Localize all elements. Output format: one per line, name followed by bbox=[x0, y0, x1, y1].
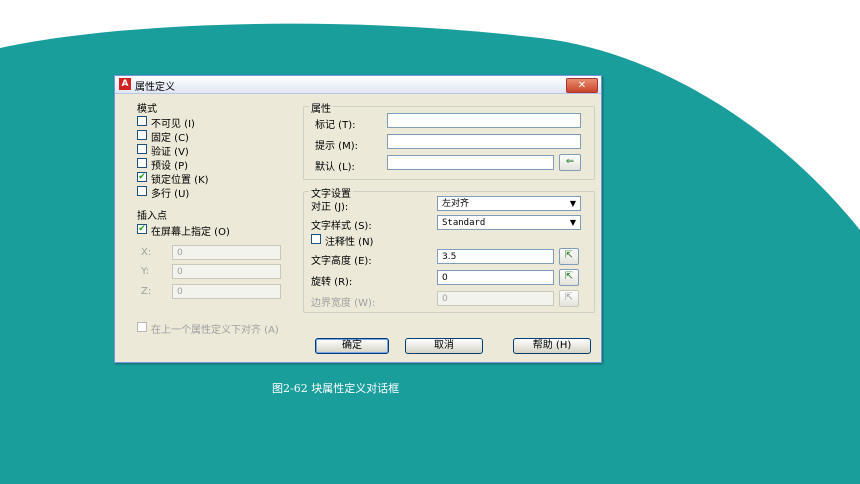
attribute-definition-dialog: A 属性定义 ✕ 模式 不可见 (I) 固定 (C) 验证 (V) 预设 (P)… bbox=[114, 75, 602, 363]
text-style-value: Standard bbox=[442, 218, 486, 228]
label-multiline: 多行 (U) bbox=[151, 189, 190, 200]
insert-field-icon[interactable]: ⇐ bbox=[559, 154, 581, 171]
label-align-below: 在上一个属性定义下对齐 (A) bbox=[151, 325, 279, 336]
ok-button[interactable]: 确定 bbox=[315, 338, 389, 354]
label-justify: 对正 (J): bbox=[311, 202, 349, 213]
label-specify-on-screen: 在屏幕上指定 (O) bbox=[151, 227, 230, 238]
close-button[interactable]: ✕ bbox=[566, 78, 598, 93]
label-x: X: bbox=[141, 247, 152, 258]
tag-input[interactable] bbox=[387, 113, 581, 128]
figure-caption: 图2-62 块属性定义对话框 bbox=[272, 382, 400, 395]
z-input[interactable]: 0 bbox=[172, 284, 281, 299]
chevron-down-icon: ▼ bbox=[569, 218, 576, 227]
label-z: Z: bbox=[141, 286, 152, 297]
cancel-button[interactable]: 取消 bbox=[405, 338, 483, 354]
label-verify: 验证 (V) bbox=[151, 147, 189, 158]
checkbox-verify[interactable] bbox=[137, 144, 147, 154]
pick-height-icon[interactable]: ⇱ bbox=[559, 248, 579, 265]
checkbox-preset[interactable] bbox=[137, 158, 147, 168]
prompt-input[interactable] bbox=[387, 134, 581, 149]
pick-rotation-icon[interactable]: ⇱ bbox=[559, 269, 579, 286]
checkbox-multiline[interactable] bbox=[137, 186, 147, 196]
insertion-group-title: 插入点 bbox=[137, 211, 167, 222]
label-default: 默认 (L): bbox=[315, 162, 355, 173]
label-tag: 标记 (T): bbox=[315, 120, 356, 131]
checkbox-lock-position[interactable] bbox=[137, 172, 147, 182]
attribute-group-title: 属性 bbox=[309, 100, 333, 115]
label-invisible: 不可见 (I) bbox=[151, 119, 195, 130]
label-y: Y: bbox=[141, 266, 150, 277]
text-height-input[interactable]: 3.5 bbox=[437, 249, 554, 264]
label-text-height: 文字高度 (E): bbox=[311, 256, 372, 267]
default-input[interactable] bbox=[387, 155, 554, 170]
chevron-down-icon: ▼ bbox=[569, 199, 576, 208]
checkbox-constant[interactable] bbox=[137, 130, 147, 140]
checkbox-invisible[interactable] bbox=[137, 116, 147, 126]
label-lock-position: 锁定位置 (K) bbox=[151, 175, 209, 186]
label-constant: 固定 (C) bbox=[151, 133, 189, 144]
title-bar: A 属性定义 ✕ bbox=[115, 76, 601, 94]
boundary-width-input[interactable]: 0 bbox=[437, 291, 554, 306]
checkbox-align-below[interactable] bbox=[137, 322, 147, 332]
label-text-style: 文字样式 (S): bbox=[311, 221, 372, 232]
text-style-select[interactable]: Standard ▼ bbox=[437, 215, 581, 230]
pick-width-icon[interactable]: ⇱ bbox=[559, 290, 579, 307]
checkbox-specify-on-screen[interactable] bbox=[137, 224, 147, 234]
label-preset: 预设 (P) bbox=[151, 161, 189, 172]
help-button[interactable]: 帮助 (H) bbox=[513, 338, 591, 354]
rotation-input[interactable]: 0 bbox=[437, 270, 554, 285]
justify-select[interactable]: 左对齐 ▼ bbox=[437, 196, 581, 211]
label-prompt: 提示 (M): bbox=[315, 141, 358, 152]
justify-value: 左对齐 bbox=[442, 199, 470, 209]
autocad-app-icon: A bbox=[119, 78, 131, 90]
dialog-title: 属性定义 bbox=[135, 82, 175, 93]
x-input[interactable]: 0 bbox=[172, 245, 281, 260]
label-rotation: 旋转 (R): bbox=[311, 277, 353, 288]
y-input[interactable]: 0 bbox=[172, 264, 281, 279]
checkbox-annotative[interactable] bbox=[311, 234, 321, 244]
label-boundary-width: 边界宽度 (W): bbox=[311, 298, 376, 309]
mode-group-title: 模式 bbox=[137, 104, 157, 115]
label-annotative: 注释性 (N) bbox=[325, 237, 374, 248]
